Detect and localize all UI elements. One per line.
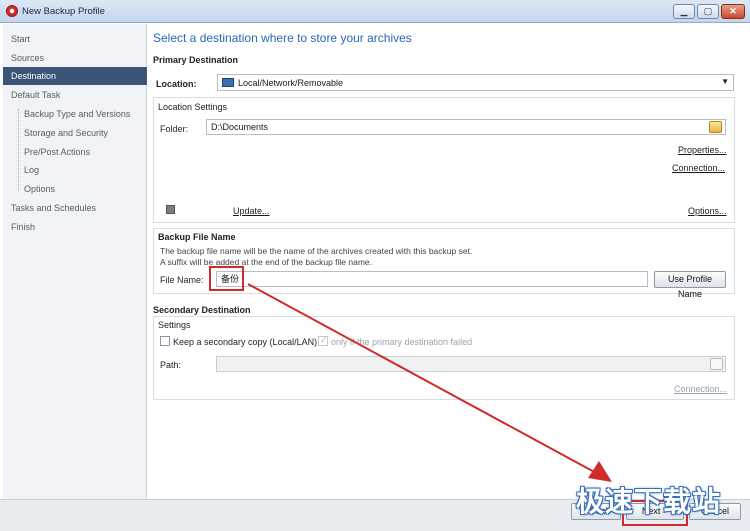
- sidebar-item-log[interactable]: Log: [3, 161, 147, 179]
- secondary-destination-title: Secondary Destination: [153, 305, 251, 315]
- keep-secondary-copy-checkbox[interactable]: [160, 336, 170, 346]
- path-label: Path:: [160, 360, 182, 370]
- sidebar-item-storage-security[interactable]: Storage and Security: [3, 124, 147, 142]
- use-profile-name-button[interactable]: Use Profile Name: [654, 271, 726, 299]
- primary-destination-title: Primary Destination: [153, 55, 239, 65]
- sidebar-item-finish[interactable]: Finish: [3, 218, 147, 236]
- location-select[interactable]: Local/Network/Removable ▼: [217, 74, 734, 91]
- sidebar-item-options[interactable]: Options: [3, 180, 147, 198]
- page-title: Select a destination where to store your…: [153, 31, 412, 45]
- sidebar-item-tasks-schedules[interactable]: Tasks and Schedules: [3, 199, 147, 217]
- stop-icon: [166, 205, 175, 214]
- location-value: Local/Network/Removable: [238, 78, 344, 88]
- sidebar-item-start[interactable]: Start: [3, 30, 147, 48]
- checkmark-icon: ✓: [320, 335, 328, 345]
- sidebar-item-sources[interactable]: Sources: [3, 49, 147, 67]
- primary-connection-link[interactable]: Connection...: [672, 163, 725, 173]
- location-settings-panel: [153, 97, 735, 223]
- browse-folder-icon[interactable]: [709, 121, 722, 133]
- app-icon: [6, 5, 18, 17]
- keep-secondary-copy-label: Keep a secondary copy (Local/LAN): [173, 337, 318, 347]
- only-if-failed-label: only if the primary destination failed: [331, 337, 473, 347]
- options-link[interactable]: Options...: [688, 206, 727, 216]
- backup-file-desc-1: The backup file name will be the name of…: [160, 246, 473, 256]
- file-name-input[interactable]: 备份: [216, 271, 648, 287]
- backup-file-desc-2: A suffix will be added at the end of the…: [160, 257, 373, 267]
- sidebar-item-destination[interactable]: Destination: [3, 67, 147, 85]
- sidebar-item-pre-post-actions[interactable]: Pre/Post Actions: [3, 143, 147, 161]
- secondary-settings-title: Settings: [158, 320, 191, 330]
- only-if-failed-checkbox[interactable]: ✓: [318, 335, 328, 346]
- browse-path-icon[interactable]: [710, 358, 723, 370]
- backup-file-name-title: Backup File Name: [158, 232, 236, 242]
- secondary-connection-link[interactable]: Connection...: [674, 384, 727, 394]
- folder-input[interactable]: D:\Documents: [206, 119, 726, 135]
- computer-icon: [222, 78, 234, 87]
- chevron-down-icon: ▼: [721, 77, 729, 86]
- close-button[interactable]: ✕: [721, 4, 745, 19]
- sidebar-item-backup-type[interactable]: Backup Type and Versions: [3, 105, 147, 123]
- location-label: Location:: [156, 79, 197, 89]
- wizard-sidebar: Start Sources Destination Default Task B…: [3, 24, 147, 499]
- minimize-button[interactable]: ▁: [673, 4, 695, 19]
- maximize-button[interactable]: ▢: [697, 4, 719, 19]
- watermark-logo: 极速下载站: [576, 485, 722, 518]
- folder-label: Folder:: [160, 124, 189, 134]
- window-title: New Backup Profile: [22, 6, 105, 17]
- location-settings-title: Location Settings: [158, 102, 228, 112]
- file-name-label: File Name:: [160, 275, 204, 285]
- title-bar: New Backup Profile ▁ ▢ ✕: [0, 0, 750, 23]
- annotation-highlight-filename: [209, 266, 244, 291]
- properties-link[interactable]: Properties...: [678, 145, 727, 155]
- path-input[interactable]: [216, 356, 726, 372]
- update-link[interactable]: Update...: [233, 206, 270, 216]
- sidebar-item-default-task[interactable]: Default Task: [3, 86, 147, 104]
